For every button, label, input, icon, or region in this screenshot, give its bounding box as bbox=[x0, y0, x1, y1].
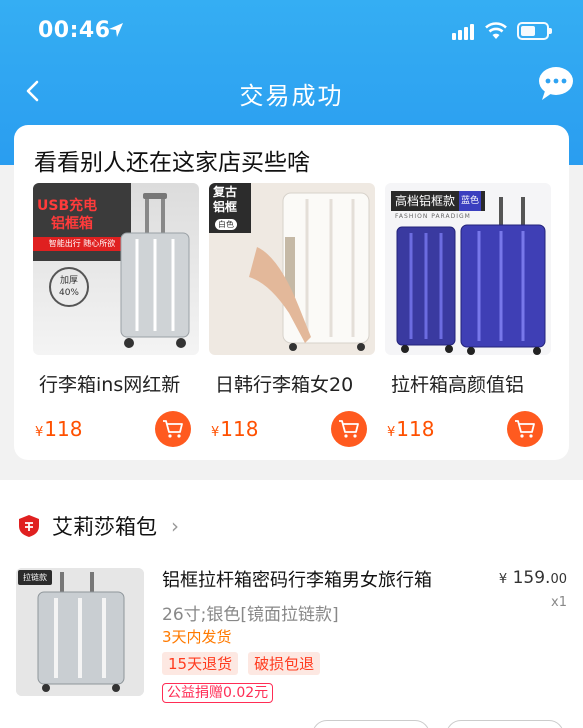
recommend-item-price: ¥118 bbox=[211, 417, 259, 441]
cart-icon bbox=[515, 420, 535, 438]
suitcase-illustration bbox=[120, 193, 190, 348]
cart-icon bbox=[339, 420, 359, 438]
cellular-signal-icon bbox=[452, 24, 474, 40]
recommend-item-price: ¥118 bbox=[35, 417, 83, 441]
shop-name: 艾莉莎箱包 bbox=[52, 515, 157, 539]
add-to-cart-button[interactable] bbox=[155, 411, 191, 447]
recommend-item[interactable]: 复古 铝框 白色 日韩行李箱女20 ¥118 bbox=[209, 183, 375, 447]
cart-icon bbox=[163, 420, 183, 438]
recommend-item[interactable]: 高档铝框款 蓝色 FASHION PARADIGM 拉杆箱高颜值铝 ¥118 bbox=[385, 183, 551, 447]
product-price: ¥ 159.00 bbox=[498, 568, 567, 588]
navigation-bar: 交易成功 bbox=[0, 62, 583, 122]
product-spec: 26寸;银色[镜面拉链款] bbox=[162, 605, 339, 625]
charity-badge: 公益捐赠0.02元 bbox=[162, 683, 274, 703]
recommendation-title: 看看别人还在这家店买些啥 bbox=[34, 150, 310, 176]
product-image[interactable]: 复古 铝框 白色 bbox=[209, 183, 375, 355]
service-tags: 15天退货 破损包退 bbox=[162, 652, 321, 675]
promo-text: USB充电 铝框箱 bbox=[37, 198, 98, 232]
recommendation-card: 看看别人还在这家店买些啥 USB充电 铝框箱 智能出行 随心所欲 加厚 40% bbox=[14, 125, 569, 460]
service-tag: 破损包退 bbox=[248, 652, 321, 675]
promo-circle: 加厚 40% bbox=[49, 267, 89, 307]
status-bar: 00:46 bbox=[0, 0, 583, 62]
add-to-cart-button[interactable] bbox=[331, 411, 367, 447]
recommend-item-name: 拉杆箱高颜值铝 bbox=[391, 374, 525, 396]
shop-badge-icon bbox=[19, 515, 39, 537]
message-button[interactable] bbox=[537, 64, 575, 102]
recommend-item-price: ¥118 bbox=[387, 417, 435, 441]
wifi-icon bbox=[485, 22, 507, 39]
product-image[interactable]: 高档铝框款 蓝色 FASHION PARADIGM bbox=[385, 183, 551, 355]
order-action-button[interactable] bbox=[312, 720, 430, 728]
promo-text: 复古 铝框 bbox=[213, 185, 238, 214]
product-thumbnail[interactable]: 拉链款 bbox=[16, 568, 144, 696]
add-to-cart-button[interactable] bbox=[507, 411, 543, 447]
product-title[interactable]: 铝框拉杆箱密码行李箱男女旅行箱 bbox=[162, 566, 472, 592]
chevron-right-icon: › bbox=[171, 514, 179, 538]
recommend-item[interactable]: USB充电 铝框箱 智能出行 随心所欲 加厚 40% 行李箱ins网红新 ¥11… bbox=[33, 183, 199, 447]
order-action-button[interactable] bbox=[446, 720, 564, 728]
shipping-promise: 3天内发货 bbox=[162, 628, 232, 646]
recommend-item-name: 行李箱ins网红新 bbox=[39, 374, 181, 396]
product-quantity: x1 bbox=[551, 595, 567, 610]
thumbnail-tag: 拉链款 bbox=[18, 570, 52, 585]
page-title: 交易成功 bbox=[239, 82, 344, 110]
suitcase-illustration bbox=[16, 568, 144, 696]
order-card: 艾莉莎箱包 › 拉链款 铝框拉杆箱密码行李箱男女旅行箱 ¥ 159.00 x1 … bbox=[0, 480, 583, 728]
suitcase-illustration bbox=[249, 192, 370, 351]
battery-icon bbox=[517, 22, 552, 40]
recommend-item-name: 日韩行李箱女20 bbox=[215, 374, 354, 396]
suitcase-illustration bbox=[396, 197, 546, 355]
service-tag: 15天退货 bbox=[162, 652, 239, 675]
status-time: 00:46 bbox=[38, 18, 111, 43]
product-image[interactable]: USB充电 铝框箱 智能出行 随心所欲 加厚 40% bbox=[33, 183, 199, 355]
location-arrow-icon bbox=[109, 23, 123, 37]
shop-link[interactable]: 艾莉莎箱包 › bbox=[18, 510, 179, 542]
promo-sub: 白色 bbox=[215, 219, 237, 230]
